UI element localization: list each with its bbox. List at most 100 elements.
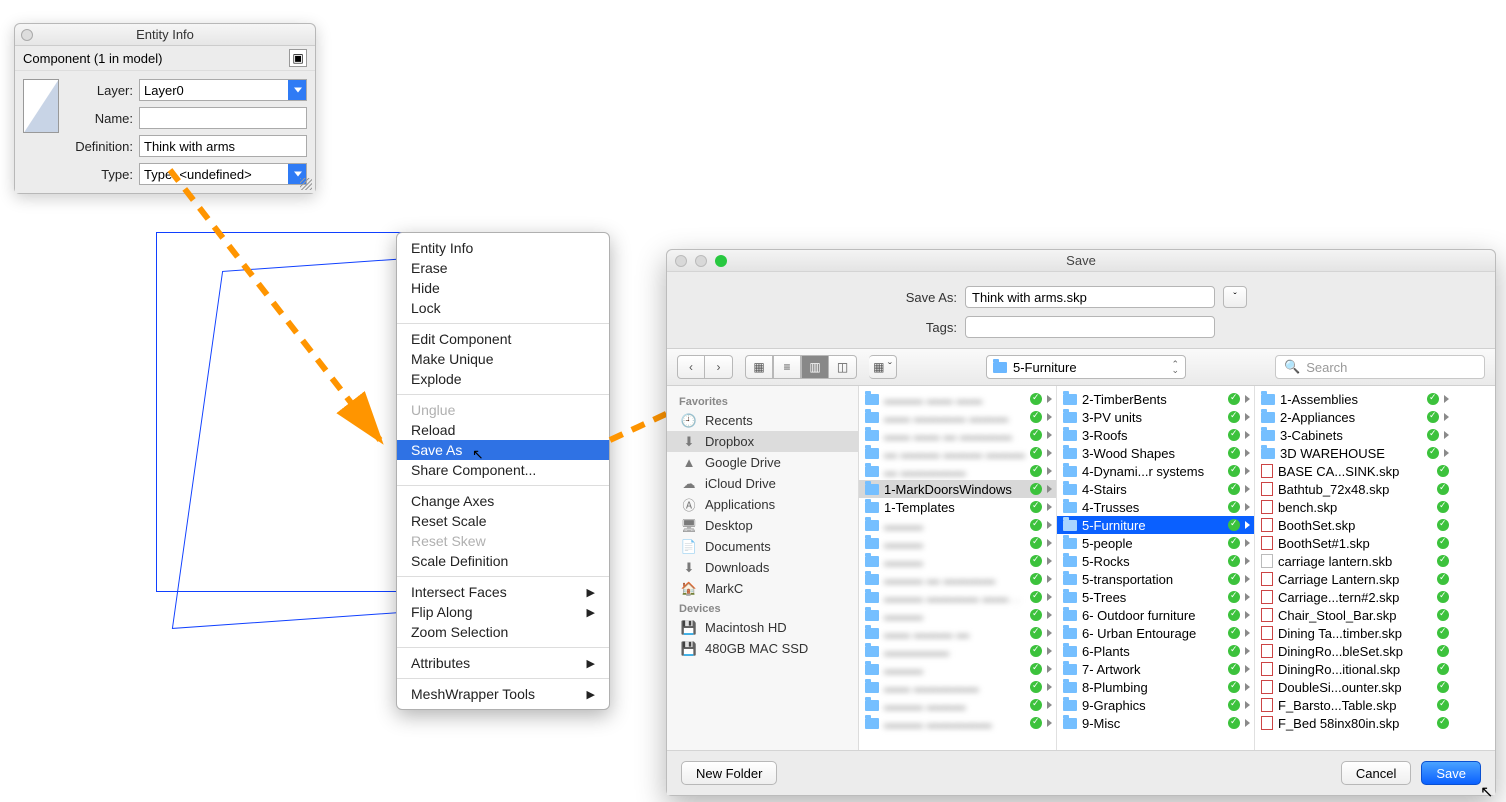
file-row[interactable]: ▬▬ ▬▬▬▬▬ bbox=[859, 678, 1056, 696]
file-row[interactable]: BoothSet.skp bbox=[1255, 516, 1453, 534]
file-row[interactable]: F_Barsto...Table.skp bbox=[1255, 696, 1453, 714]
sidebar-item[interactable]: ⒶApplications bbox=[667, 494, 858, 515]
file-row[interactable]: carriage lantern.skb bbox=[1255, 552, 1453, 570]
file-row[interactable]: 6- Outdoor furniture bbox=[1057, 606, 1254, 624]
file-row[interactable]: Carriage Lantern.skp bbox=[1255, 570, 1453, 588]
context-menu-item[interactable]: Intersect Faces▶ bbox=[397, 582, 609, 602]
file-row[interactable]: 5-transportation bbox=[1057, 570, 1254, 588]
file-row[interactable]: ▬▬▬ bbox=[859, 660, 1056, 678]
file-row[interactable]: ▬▬ ▬▬▬ ▬ bbox=[859, 624, 1056, 642]
sidebar-item[interactable]: ⬇Downloads bbox=[667, 557, 858, 578]
file-row[interactable]: 1-Templates bbox=[859, 498, 1056, 516]
sidebar-item[interactable]: ▲Google Drive bbox=[667, 452, 858, 473]
file-row[interactable]: 5-Furniture bbox=[1057, 516, 1254, 534]
file-row[interactable]: ▬▬▬ ▬ ▬▬▬▬ bbox=[859, 570, 1056, 588]
type-select[interactable]: Type: <undefined> bbox=[139, 163, 307, 185]
file-row[interactable]: BASE CA...SINK.skp bbox=[1255, 462, 1453, 480]
maximize-icon[interactable] bbox=[715, 255, 727, 267]
collapse-button[interactable]: ˇ bbox=[1223, 286, 1247, 308]
new-folder-button[interactable]: New Folder bbox=[681, 761, 777, 785]
file-column[interactable]: 2-TimberBents3-PV units3-Roofs3-Wood Sha… bbox=[1057, 386, 1255, 750]
file-row[interactable]: 8-Plumbing bbox=[1057, 678, 1254, 696]
context-menu-item[interactable]: Edit Component bbox=[397, 329, 609, 349]
file-row[interactable]: 3-PV units bbox=[1057, 408, 1254, 426]
file-row[interactable]: 5-Rocks bbox=[1057, 552, 1254, 570]
view-icons-button[interactable]: ▦ bbox=[745, 355, 773, 379]
file-row[interactable]: ▬▬▬ ▬▬ ▬▬ bbox=[859, 390, 1056, 408]
context-menu-item[interactable]: Explode bbox=[397, 369, 609, 389]
sidebar-item[interactable]: ☁iCloud Drive bbox=[667, 473, 858, 494]
minimize-icon[interactable] bbox=[695, 255, 707, 267]
file-row[interactable]: Bathtub_72x48.skp bbox=[1255, 480, 1453, 498]
context-menu-item[interactable]: Save As bbox=[397, 440, 609, 460]
file-row[interactable]: ▬▬▬ ▬▬▬ bbox=[859, 696, 1056, 714]
layer-select[interactable]: Layer0 bbox=[139, 79, 307, 101]
search-input[interactable]: 🔍 Search bbox=[1275, 355, 1485, 379]
file-row[interactable]: 9-Graphics bbox=[1057, 696, 1254, 714]
context-menu-item[interactable]: MeshWrapper Tools▶ bbox=[397, 684, 609, 704]
file-row[interactable]: 4-Dynami...r systems bbox=[1057, 462, 1254, 480]
context-menu-item[interactable]: Erase bbox=[397, 258, 609, 278]
context-menu-item[interactable]: Reload bbox=[397, 420, 609, 440]
back-button[interactable]: ‹ bbox=[677, 355, 705, 379]
file-row[interactable]: BoothSet#1.skp bbox=[1255, 534, 1453, 552]
save-dialog-titlebar[interactable]: Save bbox=[667, 250, 1495, 272]
context-menu-item[interactable]: Make Unique bbox=[397, 349, 609, 369]
file-row[interactable]: 6-Plants bbox=[1057, 642, 1254, 660]
file-row[interactable]: ▬▬▬ bbox=[859, 552, 1056, 570]
file-row[interactable]: ▬▬▬ bbox=[859, 606, 1056, 624]
file-row[interactable]: ▬▬ ▬▬▬▬ ▬▬▬ bbox=[859, 408, 1056, 426]
context-menu-item[interactable]: Flip Along▶ bbox=[397, 602, 609, 622]
context-menu-item[interactable]: Scale Definition bbox=[397, 551, 609, 571]
group-button[interactable]: ▦ ˇ bbox=[869, 355, 897, 379]
material-swatch[interactable] bbox=[23, 79, 59, 133]
forward-button[interactable]: › bbox=[705, 355, 733, 379]
file-row[interactable]: F_Bed 58inx80in.skp bbox=[1255, 714, 1453, 732]
context-menu-item[interactable]: Hide bbox=[397, 278, 609, 298]
file-row[interactable]: ▬▬▬ ▬▬▬▬▬ bbox=[859, 714, 1056, 732]
sidebar-item[interactable]: 🕘Recents bbox=[667, 410, 858, 431]
location-select[interactable]: 5-Furniture ⌃⌄ bbox=[986, 355, 1186, 379]
resize-grip-icon[interactable] bbox=[300, 178, 312, 190]
view-gallery-button[interactable]: ◫ bbox=[829, 355, 857, 379]
save-as-input[interactable]: Think with arms.skp bbox=[965, 286, 1215, 308]
file-row[interactable]: ▬ ▬▬▬ ▬▬▬ ▬▬▬ bbox=[859, 444, 1056, 462]
expand-icon[interactable]: ▣ bbox=[289, 49, 307, 67]
view-list-button[interactable]: ≡ bbox=[773, 355, 801, 379]
file-row[interactable]: DoubleSi...ounter.skp bbox=[1255, 678, 1453, 696]
file-row[interactable]: 2-TimberBents bbox=[1057, 390, 1254, 408]
file-row[interactable]: ▬▬▬ ▬▬▬▬ ▬▬▬▬ ▬ bbox=[859, 588, 1056, 606]
file-row[interactable]: ▬▬▬ bbox=[859, 534, 1056, 552]
file-row[interactable]: 9-Misc bbox=[1057, 714, 1254, 732]
file-row[interactable]: DiningRo...bleSet.skp bbox=[1255, 642, 1453, 660]
context-menu-item[interactable]: Zoom Selection bbox=[397, 622, 609, 642]
file-row[interactable]: DiningRo...itional.skp bbox=[1255, 660, 1453, 678]
context-menu-item[interactable]: Attributes▶ bbox=[397, 653, 609, 673]
view-columns-button[interactable]: ▥ bbox=[801, 355, 829, 379]
file-row[interactable]: 3-Wood Shapes bbox=[1057, 444, 1254, 462]
file-row[interactable]: Dining Ta...timber.skp bbox=[1255, 624, 1453, 642]
file-row[interactable]: 3-Roofs bbox=[1057, 426, 1254, 444]
file-row[interactable]: Chair_Stool_Bar.skp bbox=[1255, 606, 1453, 624]
sidebar-item[interactable]: 🖥Desktop bbox=[667, 515, 858, 536]
file-row[interactable]: 5-Trees bbox=[1057, 588, 1254, 606]
file-row[interactable]: ▬▬ ▬▬ ▬ ▬▬▬▬ bbox=[859, 426, 1056, 444]
sidebar-item[interactable]: 🏠MarkC bbox=[667, 578, 858, 599]
sidebar-item[interactable]: 💾Macintosh HD bbox=[667, 617, 858, 638]
file-row[interactable]: 2-Appliances bbox=[1255, 408, 1453, 426]
tags-input[interactable] bbox=[965, 316, 1215, 338]
sidebar-item[interactable]: 📄Documents bbox=[667, 536, 858, 557]
close-icon[interactable] bbox=[675, 255, 687, 267]
file-column[interactable]: 1-Assemblies2-Appliances3-Cabinets3D WAR… bbox=[1255, 386, 1453, 750]
context-menu-item[interactable]: Lock bbox=[397, 298, 609, 318]
file-row[interactable]: 1-MarkDoorsWindows bbox=[859, 480, 1056, 498]
file-row[interactable]: 7- Artwork bbox=[1057, 660, 1254, 678]
file-row[interactable]: Carriage...tern#2.skp bbox=[1255, 588, 1453, 606]
definition-input[interactable]: Think with arms bbox=[139, 135, 307, 157]
file-row[interactable]: 3D WAREHOUSE bbox=[1255, 444, 1453, 462]
context-menu-item[interactable]: Reset Scale bbox=[397, 511, 609, 531]
file-row[interactable]: 6- Urban Entourage bbox=[1057, 624, 1254, 642]
file-row[interactable]: 1-Assemblies bbox=[1255, 390, 1453, 408]
context-menu-item[interactable]: Share Component... bbox=[397, 460, 609, 480]
name-input[interactable] bbox=[139, 107, 307, 129]
